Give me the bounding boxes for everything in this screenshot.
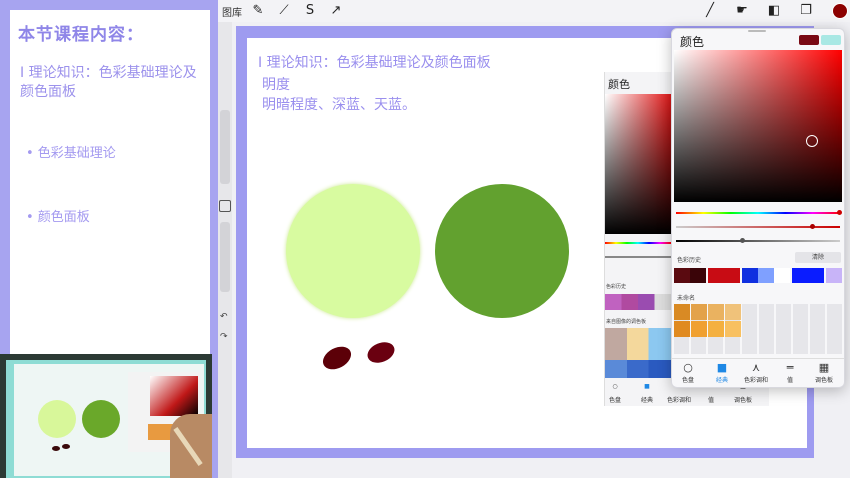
color-history-label: 色彩历史	[677, 257, 702, 264]
opacity-slider[interactable]	[220, 222, 230, 292]
old-tab-disc[interactable]: ○	[598, 383, 632, 390]
old-tab-harmony-label: 色彩调和	[666, 397, 691, 404]
canvas-line-1: 明度	[262, 77, 290, 93]
magic-wand-icon[interactable]: ⟋	[276, 3, 292, 19]
gallery-button[interactable]: 图库	[222, 4, 242, 19]
tab-value[interactable]: 值	[773, 375, 807, 384]
lesson-card	[10, 10, 210, 354]
brush-size-slider[interactable]	[220, 110, 230, 184]
hue-slider[interactable]	[676, 212, 840, 214]
history-swatch[interactable]	[774, 268, 790, 283]
palette-swatch[interactable]	[674, 321, 690, 337]
webcam-blob	[62, 444, 70, 449]
history-swatch[interactable]	[742, 268, 758, 283]
palette-swatch[interactable]	[708, 321, 724, 337]
old-sat-slider	[605, 256, 671, 258]
brightness-handle[interactable]	[740, 238, 745, 243]
history-swatch[interactable]	[792, 268, 808, 283]
webcam-light-circle	[38, 400, 76, 438]
palettes-tab-icon[interactable]: ▦	[807, 361, 841, 374]
history-swatch[interactable]	[690, 268, 706, 283]
previous-color-swatch[interactable]	[821, 35, 841, 45]
brush-icon[interactable]: ╱	[702, 3, 718, 19]
palette-name-label: 未命名	[677, 295, 696, 302]
color-panel-title: 颜色	[680, 35, 705, 49]
old-history-swatches	[605, 294, 671, 310]
canvas-heading: I 理论知识：色彩基础理论及颜色面板	[258, 55, 491, 71]
lesson-topic: I 理论知识：色彩基础理论及颜色面板	[20, 65, 197, 100]
current-color-swatch[interactable]	[799, 35, 819, 45]
webcam-picker	[150, 376, 198, 416]
hue-handle[interactable]	[837, 210, 842, 215]
palette-swatch[interactable]	[691, 304, 707, 320]
old-tab-palettes-label: 调色板	[733, 397, 752, 404]
layers-icon[interactable]: ❐	[798, 3, 814, 19]
history-swatch[interactable]	[674, 268, 690, 283]
tab-harmony[interactable]: 色彩调和	[739, 375, 773, 384]
disc-tab-icon[interactable]: ○	[671, 361, 705, 374]
webcam-hand	[170, 414, 218, 478]
old-tab-classic[interactable]: ■	[630, 383, 664, 390]
canvas-line-2: 明暗程度、深蓝、天蓝。	[262, 97, 416, 113]
tab-palettes[interactable]: 调色板	[807, 375, 841, 384]
old-tab-value-label: 值	[707, 397, 714, 404]
wrench-icon[interactable]: ✎	[250, 3, 266, 19]
lesson-title: 本节课程内容：	[18, 25, 144, 45]
tab-classic[interactable]: 经典	[705, 375, 739, 384]
webcam-blob	[52, 446, 60, 451]
color-history-row	[674, 268, 842, 283]
current-color-button[interactable]	[832, 3, 848, 19]
palette-swatch[interactable]	[725, 321, 741, 337]
old-palette-row	[605, 360, 671, 378]
tab-divider	[672, 358, 844, 359]
light-green-circle	[286, 184, 420, 318]
undo-icon[interactable]: ↶	[220, 312, 228, 322]
palette-swatch[interactable]	[725, 304, 741, 320]
lesson-item-color-panel: • 颜色面板	[26, 210, 90, 225]
palette-grid[interactable]	[674, 304, 842, 354]
smudge-icon[interactable]: ☛	[734, 3, 750, 19]
panel-grabber[interactable]	[748, 30, 766, 32]
clear-history-button[interactable]: 清除	[795, 252, 841, 263]
history-swatch[interactable]	[724, 268, 740, 283]
tab-disc[interactable]: 色盘	[671, 375, 705, 384]
old-palette-label: 来自图像的调色板	[606, 319, 647, 325]
old-tab-classic-label: 经典	[640, 397, 653, 404]
palette-swatch[interactable]	[674, 304, 690, 320]
webcam-dark-circle	[82, 400, 120, 438]
selection-icon[interactable]: S	[302, 3, 318, 19]
old-panel-title: 颜色	[608, 78, 630, 91]
palette-swatch[interactable]	[708, 304, 724, 320]
palette-swatch[interactable]	[691, 321, 707, 337]
value-tab-icon[interactable]: ═	[773, 361, 807, 374]
old-tab-disc-label: 色盘	[608, 397, 621, 404]
old-hue-slider	[605, 242, 671, 244]
modify-button[interactable]	[219, 200, 231, 212]
history-swatch[interactable]	[708, 268, 724, 283]
history-swatch[interactable]	[808, 268, 824, 283]
old-history-label: 色彩历史	[606, 284, 627, 290]
classic-tab-icon[interactable]: ■	[705, 361, 739, 374]
dark-green-circle	[435, 184, 569, 318]
old-panel-picker	[605, 94, 671, 234]
saturation-handle[interactable]	[810, 224, 815, 229]
harmony-tab-icon[interactable]: ⋏	[739, 361, 773, 374]
saturation-brightness-picker[interactable]	[674, 50, 842, 202]
history-swatch[interactable]	[758, 268, 774, 283]
webcam-overlay	[0, 354, 218, 478]
transform-icon[interactable]: ↗	[328, 3, 344, 19]
history-swatch[interactable]	[826, 268, 842, 283]
picker-handle[interactable]	[806, 135, 818, 147]
eraser-icon[interactable]: ◧	[766, 3, 782, 19]
saturation-slider[interactable]	[676, 226, 840, 228]
redo-icon[interactable]: ↷	[220, 332, 228, 342]
brightness-slider[interactable]	[676, 240, 840, 242]
lesson-item-color-theory: • 色彩基础理论	[26, 146, 116, 161]
